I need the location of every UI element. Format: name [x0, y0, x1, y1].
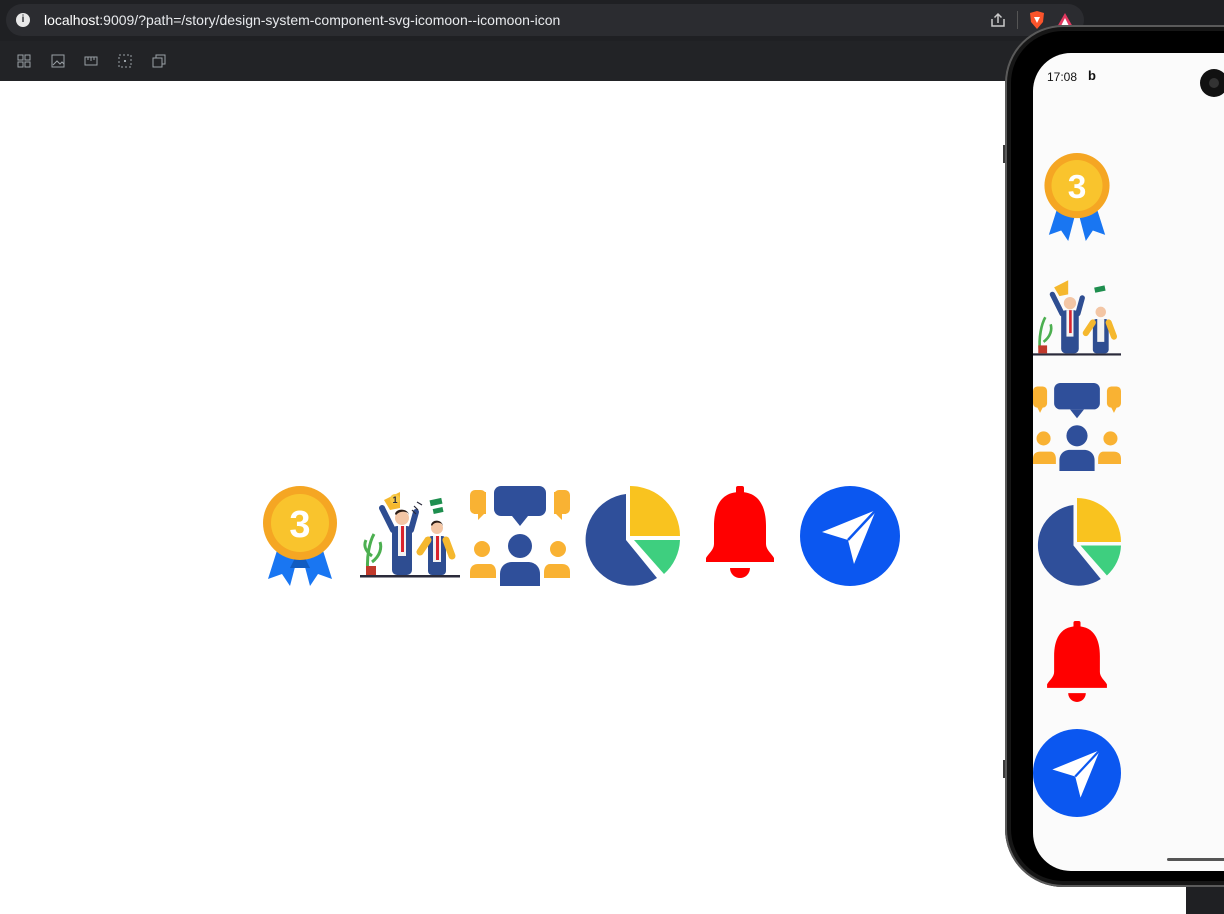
- status-app-icon: b: [1088, 68, 1096, 83]
- url-path: :9009/?path=/story/design-system-compone…: [99, 12, 561, 28]
- svg-text:3: 3: [1068, 169, 1087, 206]
- home-indicator[interactable]: [1167, 858, 1224, 861]
- medal-3-icon: 3: [1044, 153, 1110, 241]
- copy-icon[interactable]: [152, 54, 166, 68]
- info-icon[interactable]: i: [16, 13, 30, 27]
- ruler-icon[interactable]: [84, 54, 98, 68]
- url-text[interactable]: localhost:9009/?path=/story/design-syste…: [44, 12, 560, 28]
- bell-icon: [1047, 621, 1107, 702]
- celebration-illustration-icon: 1: [360, 492, 460, 578]
- community-chat-icon: [470, 486, 570, 586]
- grid-icon[interactable]: [17, 54, 31, 68]
- phone-screen: 17:08 b 3: [1033, 53, 1224, 871]
- svg-text:1: 1: [392, 495, 397, 505]
- community-chat-icon: [1033, 383, 1121, 471]
- image-icon[interactable]: [51, 54, 65, 68]
- frame-icon[interactable]: [118, 54, 132, 68]
- celebration-illustration-icon: [1033, 280, 1121, 356]
- send-icon: [800, 486, 900, 586]
- pie-chart-icon: [1037, 498, 1121, 586]
- phone-bezel: 17:08 b 3: [1011, 31, 1224, 881]
- status-time: 17:08: [1047, 70, 1078, 84]
- send-icon: [1033, 729, 1121, 817]
- brave-shield-icon[interactable]: [1028, 10, 1046, 30]
- share-icon[interactable]: [989, 11, 1007, 29]
- address-bar[interactable]: i localhost:9009/?path=/story/design-sys…: [6, 4, 1084, 36]
- bell-icon: [706, 486, 774, 578]
- camera-icon: [1200, 69, 1224, 97]
- medal-3-icon: 3: [263, 486, 337, 586]
- url-host: localhost: [44, 12, 100, 28]
- phone-preview: 17:08 b 3: [1005, 25, 1224, 887]
- svg-text:3: 3: [289, 504, 310, 546]
- pie-chart-icon: [585, 486, 680, 586]
